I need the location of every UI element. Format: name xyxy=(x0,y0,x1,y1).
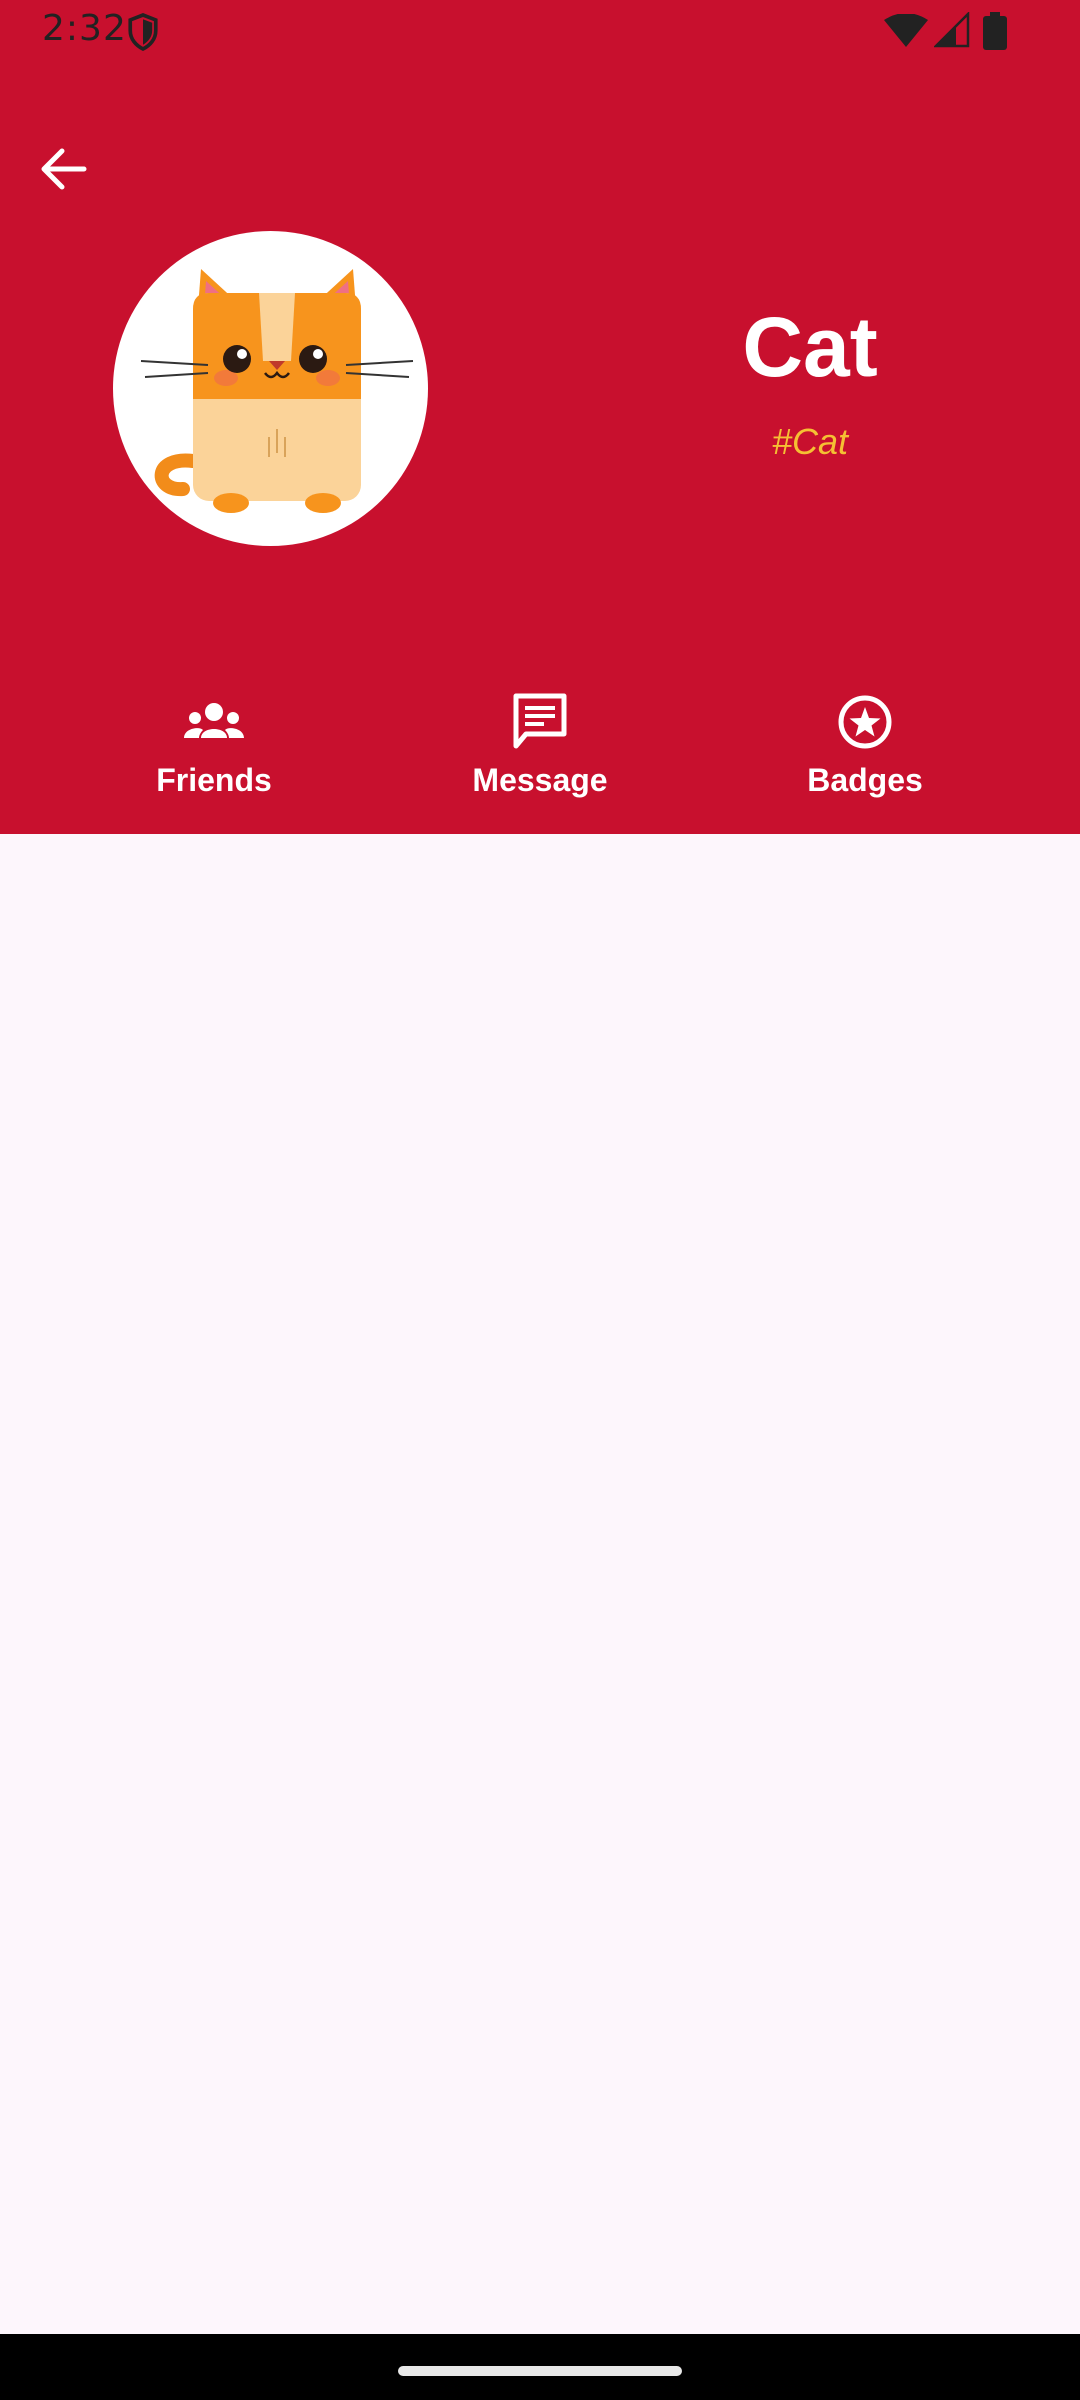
profile-header: 2:32 Cat #Cat Friends Message Badges xyxy=(0,0,1080,834)
status-bar: 2:32 xyxy=(0,0,1080,62)
navigation-bar xyxy=(0,2334,1080,2400)
message-button[interactable]: Message xyxy=(410,690,670,810)
battery-icon xyxy=(983,12,1007,50)
wifi-icon xyxy=(884,14,928,47)
shield-icon xyxy=(128,13,158,52)
badge-star-icon xyxy=(838,695,892,749)
avatar[interactable] xyxy=(113,231,428,546)
friends-label: Friends xyxy=(156,762,272,798)
status-time: 2:32 xyxy=(42,8,127,49)
home-handle[interactable] xyxy=(398,2366,682,2376)
cat-avatar xyxy=(140,269,414,513)
signal-icon xyxy=(934,12,970,48)
content-area xyxy=(0,834,1080,2334)
arrow-back-icon xyxy=(41,148,87,190)
badges-button[interactable]: Badges xyxy=(735,690,995,810)
profile-name: Cat xyxy=(742,300,878,394)
profile-tag: #Cat xyxy=(771,421,849,462)
friends-button[interactable]: Friends xyxy=(84,690,344,810)
message-icon xyxy=(513,693,567,749)
message-label: Message xyxy=(472,762,608,798)
badges-label: Badges xyxy=(807,762,923,798)
back-button[interactable] xyxy=(30,138,98,200)
friends-icon xyxy=(184,703,244,738)
